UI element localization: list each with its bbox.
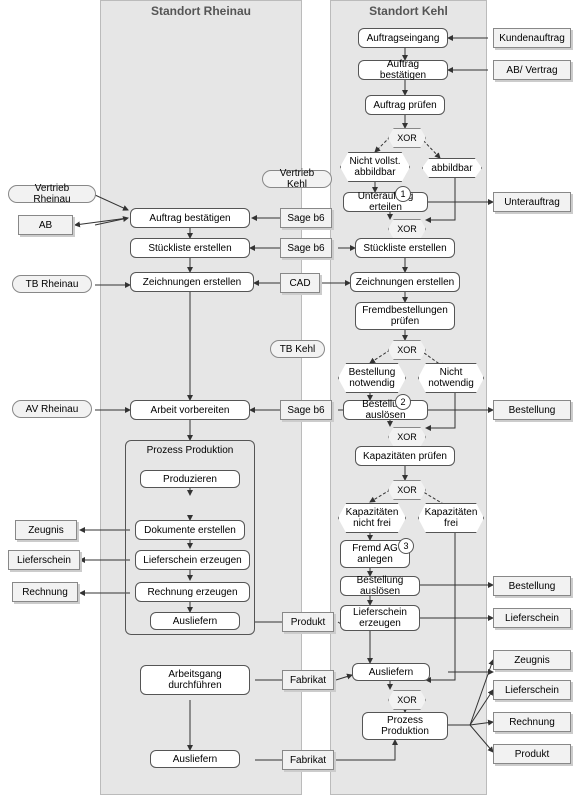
box-arbeitsgang: Arbeitsgang durchführen — [140, 665, 250, 695]
box-best-ausl: Bestellung auslösen — [343, 400, 428, 420]
rect-bestellung1: Bestellung — [493, 400, 571, 420]
box-auftrag-pruefen: Auftrag prüfen — [365, 95, 445, 115]
xor-1: XOR — [388, 128, 426, 148]
box-auftragseingang: Auftragseingang — [358, 28, 448, 48]
box-produzieren: Produzieren — [140, 470, 240, 488]
rect-sage2: Sage b6 — [280, 238, 332, 258]
box-prozess-prod-k: Prozess Produktion — [362, 712, 448, 740]
rect-rechnung-k: Rechnung — [493, 712, 571, 732]
oval-av-rh: AV Rheinau — [12, 400, 92, 418]
rect-fabrikat2: Fabrikat — [282, 750, 334, 770]
box-ausliefern-k: Ausliefern — [352, 663, 430, 681]
hex-nicht-notw: Nicht notwendig — [418, 363, 484, 393]
rect-fabrikat1: Fabrikat — [282, 670, 334, 690]
oval-vertrieb-rh: Vertrieb Rheinau — [8, 185, 96, 203]
xor-2: XOR — [388, 219, 426, 239]
rect-zeugnis-k: Zeugnis — [493, 650, 571, 670]
lane-kehl-header: Standort Kehl — [331, 4, 486, 18]
rect-bestellung2: Bestellung — [493, 576, 571, 596]
oval-vertrieb-kehl: Vertrieb Kehl — [262, 170, 332, 188]
rect-sage3: Sage b6 — [280, 400, 332, 420]
rect-lieferschein-r: Lieferschein — [8, 550, 80, 570]
xor-3: XOR — [388, 340, 426, 360]
box-dokumente: Dokumente erstellen — [135, 520, 245, 540]
box-stueckliste-r: Stückliste erstellen — [130, 238, 250, 258]
box-best-ausl2: Bestellung auslösen — [340, 576, 420, 596]
box-auftrag-best-k: Auftrag bestätigen — [358, 60, 448, 80]
box-kap-prf: Kapazitäten prüfen — [355, 446, 455, 466]
rect-sage1: Sage b6 — [280, 208, 332, 228]
box-auftrag-best-r: Auftrag bestätigen — [130, 208, 250, 228]
rect-lieferschein3: Lieferschein — [493, 680, 571, 700]
xor-4: XOR — [388, 427, 426, 447]
lane-rheinau-header: Standort Rheinau — [101, 4, 301, 18]
label-prozess-prod: Prozess Produktion — [130, 445, 250, 456]
hex-kap-frei: Kapazitäten frei — [418, 503, 484, 533]
box-fremdbest: Fremdbestellungen prüfen — [355, 302, 455, 330]
rect-ab-vertrag: AB/ Vertrag — [493, 60, 571, 80]
rect-ab: AB — [18, 215, 73, 235]
rect-kundenauftrag: Kundenauftrag — [493, 28, 571, 48]
hex-nicht-abbildbar: Nicht vollst. abbildbar — [340, 152, 410, 182]
box-lieferschein-k: Lieferschein erzeugen — [340, 605, 420, 631]
box-lieferschein-r: Lieferschein erzeugen — [135, 550, 250, 570]
hex-kap-nfrei: Kapazitäten nicht frei — [338, 503, 406, 533]
oval-tb-rh: TB Rheinau — [12, 275, 92, 293]
rect-cad: CAD — [280, 273, 320, 293]
box-arbeit-vorb: Arbeit vorbereiten — [130, 400, 250, 420]
box-zeichnungen-r: Zeichnungen erstellen — [130, 272, 254, 292]
mark-2: 2 — [395, 394, 411, 410]
rect-zeugnis-r: Zeugnis — [15, 520, 77, 540]
mark-3: 3 — [398, 538, 414, 554]
rect-produkt-k: Produkt — [493, 744, 571, 764]
xor-5: XOR — [388, 480, 426, 500]
hex-best-notw: Bestellung notwendig — [338, 363, 406, 393]
box-ausliefern2: Ausliefern — [150, 750, 240, 768]
rect-produkt1: Produkt — [282, 612, 334, 632]
box-unterauftrag: Unterauftrag erteilen — [343, 192, 428, 212]
mark-1: 1 — [395, 186, 411, 202]
rect-rechnung-r: Rechnung — [12, 582, 78, 602]
box-ausliefern-r: Ausliefern — [150, 612, 240, 630]
box-rechnung-r: Rechnung erzeugen — [135, 582, 250, 602]
hex-abbildbar: abbildbar — [422, 158, 482, 178]
box-zeichnungen-k: Zeichnungen erstellen — [350, 272, 460, 292]
xor-6: XOR — [388, 690, 426, 710]
rect-lieferschein2: Lieferschein — [493, 608, 571, 628]
oval-tb-kehl: TB Kehl — [270, 340, 325, 358]
rect-unterauftrag: Unterauftrag — [493, 192, 571, 212]
box-stueckliste-k: Stückliste erstellen — [355, 238, 455, 258]
